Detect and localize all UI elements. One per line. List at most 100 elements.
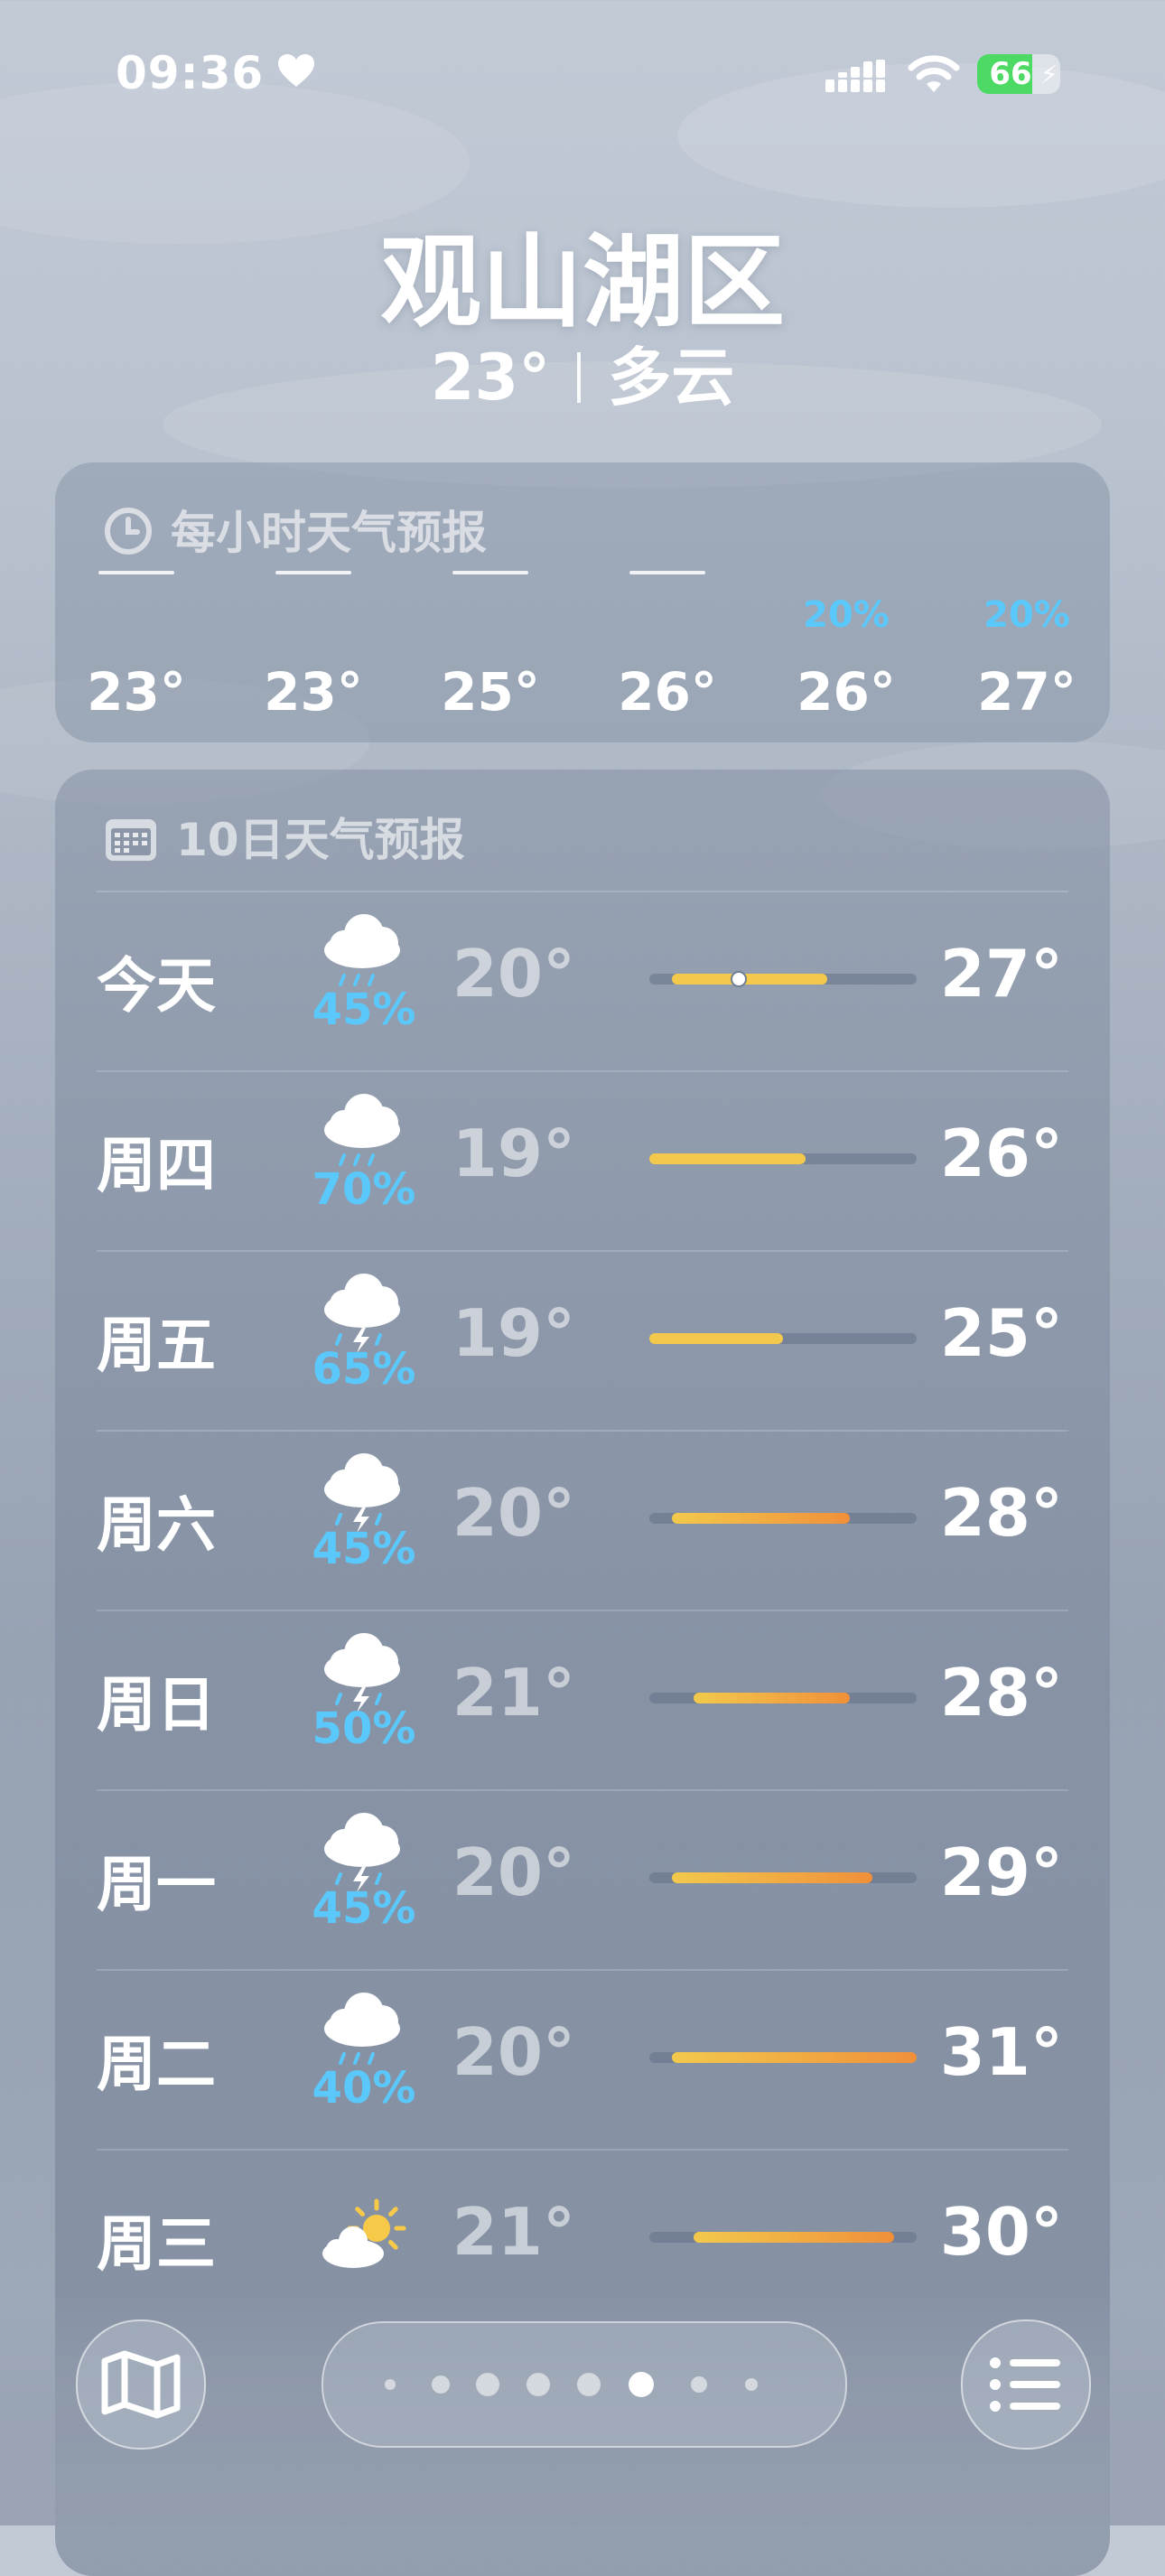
forecast-day: 周五 bbox=[97, 1311, 216, 1380]
hourly-temp: 27° bbox=[977, 661, 1076, 723]
wifi-icon bbox=[908, 55, 960, 92]
page-dot[interactable] bbox=[527, 2373, 550, 2396]
forecast-low-temp: 19° bbox=[452, 1115, 575, 1191]
forecast-day: 周六 bbox=[97, 1490, 216, 1560]
current-temp: 23° bbox=[430, 341, 551, 415]
row-divider bbox=[97, 1969, 1068, 1971]
forecast-low-temp: 20° bbox=[452, 1475, 575, 1551]
map-icon bbox=[101, 2350, 181, 2419]
hourly-temp: 25° bbox=[441, 661, 540, 723]
forecast-day: 周一 bbox=[97, 1850, 216, 1919]
forecast-low-temp: 20° bbox=[452, 936, 575, 1012]
row-divider bbox=[97, 1070, 1068, 1072]
row-divider bbox=[97, 2149, 1068, 2151]
forecast-day: 今天 bbox=[97, 951, 216, 1021]
temp-range-bar bbox=[671, 2052, 917, 2063]
forecast-high-temp: 30° bbox=[939, 2194, 1063, 2270]
temp-range-track bbox=[649, 2052, 917, 2063]
hourly-condition-marker bbox=[275, 571, 351, 574]
heart-icon bbox=[278, 54, 314, 87]
temp-range-bar bbox=[694, 1693, 850, 1703]
temp-range-bar bbox=[694, 2232, 895, 2243]
page-indicator[interactable] bbox=[322, 2321, 847, 2448]
hourly-precip-chance: 20% bbox=[983, 594, 1070, 636]
city-list-button[interactable] bbox=[961, 2319, 1091, 2450]
temp-range-bar bbox=[649, 1333, 783, 1344]
forecast-low-temp: 20° bbox=[452, 1834, 575, 1910]
forecast-row[interactable]: 周四 70% 19° 26° bbox=[97, 1070, 1068, 1250]
ten-day-forecast-title: 10日天气预报 bbox=[176, 814, 465, 866]
forecast-row[interactable]: 周六 45% 20° 28° bbox=[97, 1430, 1068, 1610]
row-divider bbox=[97, 1789, 1068, 1791]
row-divider bbox=[97, 891, 1068, 892]
row-divider bbox=[97, 1430, 1068, 1432]
status-bar: 09:36 66 ⚡ bbox=[0, 47, 1165, 110]
temp-range-track bbox=[649, 1153, 917, 1164]
forecast-row[interactable]: 周五 65% 19° 25° bbox=[97, 1250, 1068, 1430]
forecast-high-temp: 26° bbox=[939, 1115, 1063, 1191]
forecast-high-temp: 31° bbox=[939, 2014, 1063, 2090]
temp-range-track bbox=[649, 2232, 917, 2243]
ten-day-forecast-header: 10日天气预报 bbox=[104, 804, 465, 869]
hourly-temp: 23° bbox=[264, 661, 363, 723]
temp-range-bar bbox=[649, 1153, 806, 1164]
temp-range-track bbox=[649, 1513, 917, 1524]
hourly-temp: 26° bbox=[797, 661, 896, 723]
temp-range-track bbox=[649, 971, 917, 987]
forecast-high-temp: 28° bbox=[939, 1475, 1063, 1551]
hourly-forecast-title: 每小时天气预报 bbox=[171, 507, 487, 559]
map-button[interactable] bbox=[76, 2319, 206, 2450]
hourly-condition-marker bbox=[98, 571, 174, 574]
page-dot-current[interactable] bbox=[629, 2372, 654, 2397]
cellular-signal-icon bbox=[825, 60, 885, 92]
forecast-high-temp: 25° bbox=[939, 1295, 1063, 1371]
battery-indicator: 66 ⚡ bbox=[977, 54, 1060, 94]
page-dot[interactable] bbox=[577, 2373, 601, 2396]
temp-range-track bbox=[649, 1693, 917, 1703]
page-dot[interactable] bbox=[691, 2376, 707, 2393]
forecast-low-temp: 21° bbox=[452, 1655, 575, 1731]
forecast-day: 周三 bbox=[97, 2209, 216, 2279]
hourly-forecast-header: 每小时天气预报 bbox=[104, 497, 487, 562]
forecast-day: 周日 bbox=[97, 1670, 216, 1740]
battery-percent: 66 bbox=[989, 56, 1032, 92]
current-temp-marker bbox=[730, 971, 747, 987]
calendar-icon bbox=[106, 819, 156, 861]
forecast-high-temp: 28° bbox=[939, 1655, 1063, 1731]
hourly-precip-chance: 20% bbox=[803, 594, 890, 636]
clock-icon bbox=[105, 508, 152, 555]
forecast-high-temp: 27° bbox=[939, 936, 1063, 1012]
current-condition: 多云 bbox=[608, 341, 735, 415]
forecast-day: 周四 bbox=[97, 1131, 216, 1200]
forecast-row[interactable]: 今天 45% 20° 27° bbox=[97, 891, 1068, 1070]
page-dot[interactable] bbox=[432, 2375, 450, 2394]
temp-range-bar bbox=[671, 1513, 850, 1524]
temp-range-bar bbox=[671, 1872, 872, 1883]
hourly-temp: 26° bbox=[618, 661, 717, 723]
forecast-row[interactable]: 周日 50% 21° 28° bbox=[97, 1610, 1068, 1789]
forecast-low-temp: 19° bbox=[452, 1295, 575, 1371]
page-dot[interactable] bbox=[476, 2373, 499, 2396]
forecast-low-temp: 20° bbox=[452, 2014, 575, 2090]
row-divider bbox=[97, 1250, 1068, 1252]
forecast-high-temp: 29° bbox=[939, 1834, 1063, 1910]
list-icon bbox=[990, 2357, 1060, 2412]
location-name: 观山湖区 bbox=[380, 224, 785, 341]
temp-range-track bbox=[649, 1872, 917, 1883]
forecast-day: 周二 bbox=[97, 2030, 216, 2099]
temp-range-bar bbox=[671, 974, 828, 985]
row-divider bbox=[97, 1610, 1068, 1611]
hourly-temp: 23° bbox=[87, 661, 186, 723]
temp-range-track bbox=[649, 1333, 917, 1344]
forecast-row[interactable]: 周一 45% 20° 29° bbox=[97, 1789, 1068, 1969]
charging-bolt-icon: ⚡ bbox=[1040, 60, 1058, 89]
divider bbox=[577, 352, 582, 403]
hourly-condition-marker bbox=[452, 571, 528, 574]
hourly-forecast-card[interactable]: 每小时天气预报 23° 23° 25° 26° 20% 26° 20% 27° bbox=[55, 462, 1110, 742]
current-conditions: 23° 多云 bbox=[0, 327, 1165, 418]
status-time: 09:36 bbox=[116, 47, 265, 99]
page-dot[interactable] bbox=[745, 2378, 758, 2391]
forecast-row[interactable]: 周二 40% 20° 31° bbox=[97, 1969, 1068, 2149]
page-dot[interactable] bbox=[385, 2379, 396, 2390]
forecast-low-temp: 21° bbox=[452, 2194, 575, 2270]
